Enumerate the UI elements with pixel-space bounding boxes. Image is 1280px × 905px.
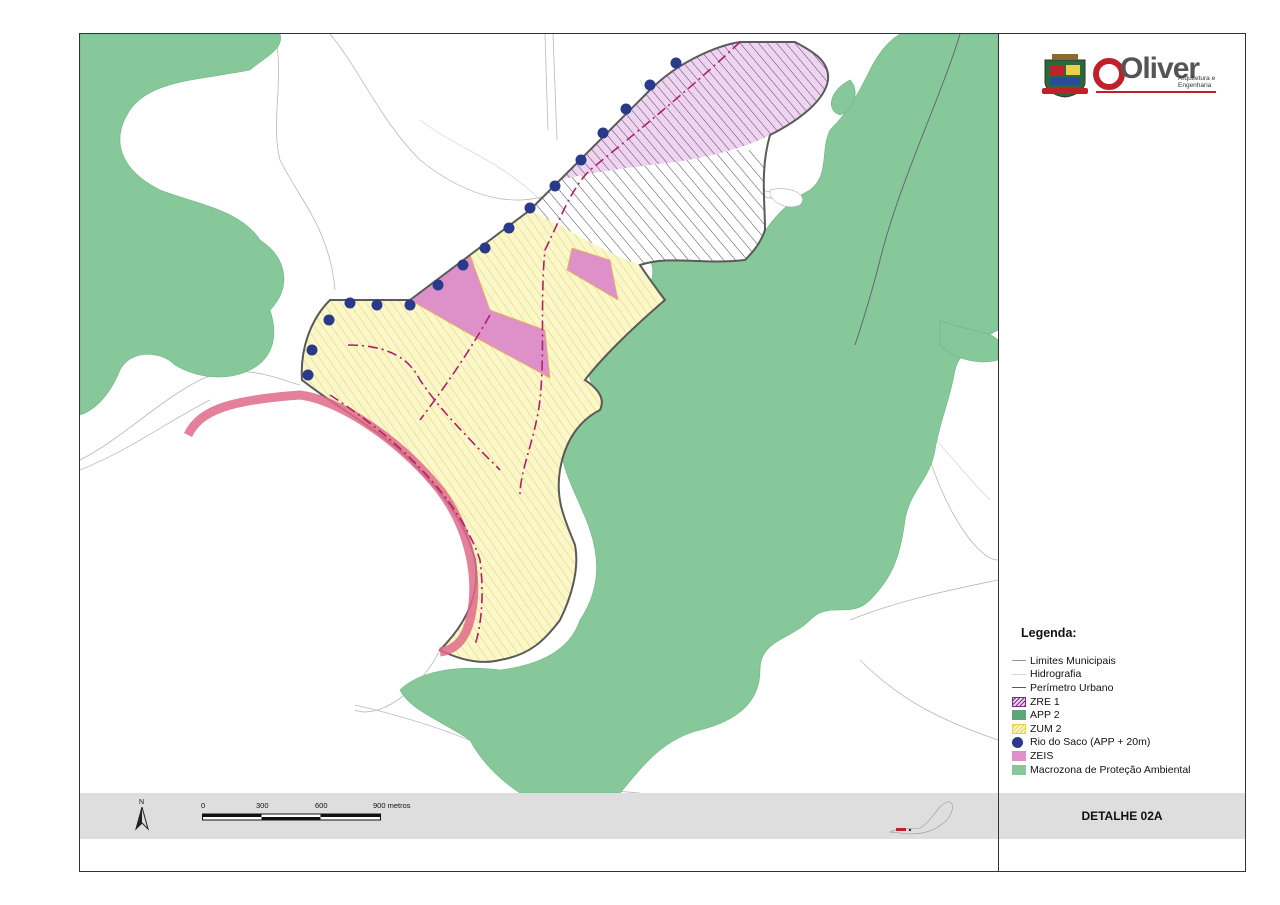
- legend-symbol-icon: [1012, 764, 1026, 775]
- legend: Legenda: Limites Municipais Hidrografia Pe…: [1012, 626, 1238, 776]
- legend-label: Macrozona de Proteção Ambiental: [1030, 763, 1191, 776]
- legend-list: Limites Municipais Hidrografia Perímetro U…: [1012, 654, 1238, 776]
- legend-label: Rio do Saco (APP + 20m): [1030, 736, 1151, 749]
- legend-symbol-icon: [1012, 669, 1026, 675]
- sheet-divider: [998, 33, 999, 872]
- map-canvas[interactable]: [80, 34, 998, 793]
- legend-item: Hidrografia: [1012, 668, 1238, 682]
- municipal-crest-icon: [1042, 54, 1088, 98]
- legend-symbol-icon: [1012, 682, 1026, 689]
- legend-item: ZRE 1: [1012, 695, 1238, 709]
- scale-tick-300: 300: [256, 801, 269, 810]
- brand-subtitle-line1: Arquitetura e: [1178, 75, 1216, 82]
- brand-underline: [1096, 91, 1216, 93]
- legend-symbol-icon: [1012, 710, 1026, 721]
- legend-item: Macrozona de Proteção Ambiental: [1012, 763, 1238, 777]
- scale-tick-600: 600: [315, 801, 328, 810]
- legend-item: ZEIS: [1012, 749, 1238, 763]
- scale-bar: 0 300 600 900 metros: [200, 801, 420, 831]
- locator-inset: [880, 792, 960, 837]
- legend-label: ZEIS: [1030, 749, 1054, 762]
- legend-item: ZUM 2: [1012, 722, 1238, 736]
- north-arrow-icon: N: [132, 799, 152, 831]
- legend-label: Perímetro Urbano: [1030, 681, 1114, 694]
- sheet-title: DETALHE 02A: [1081, 809, 1163, 823]
- scale-tick-0: 0: [201, 801, 206, 810]
- title-band: DETALHE 02A: [999, 793, 1245, 839]
- legend-label: Limites Municipais: [1030, 654, 1116, 667]
- legend-symbol-icon: [1012, 723, 1026, 734]
- legend-symbol-icon: [1012, 750, 1026, 761]
- legend-label: Hidrografia: [1030, 668, 1082, 681]
- legend-item: Limites Municipais: [1012, 654, 1238, 668]
- legend-label: APP 2: [1030, 709, 1060, 722]
- legend-item: APP 2: [1012, 708, 1238, 722]
- brand-subtitle-line2: Engenharia: [1178, 82, 1212, 89]
- brand-subtitle: Arquitetura e Engenharia: [1178, 75, 1215, 89]
- legend-title: Legenda:: [1021, 626, 1077, 640]
- legend-item: Rio do Saco (APP + 20m): [1012, 736, 1238, 750]
- map-frame[interactable]: [80, 34, 998, 793]
- legend-symbol-icon: [1012, 736, 1023, 748]
- scale-tick-900: 900 metros: [373, 801, 411, 810]
- legend-symbol-icon: [1012, 655, 1026, 662]
- legend-label: ZUM 2: [1030, 722, 1062, 735]
- clearing: [769, 188, 803, 208]
- north-label: N: [139, 799, 145, 806]
- legend-label: ZRE 1: [1030, 695, 1060, 708]
- legend-item: Perímetro Urbano: [1012, 681, 1238, 695]
- legend-symbol-icon: [1012, 696, 1026, 707]
